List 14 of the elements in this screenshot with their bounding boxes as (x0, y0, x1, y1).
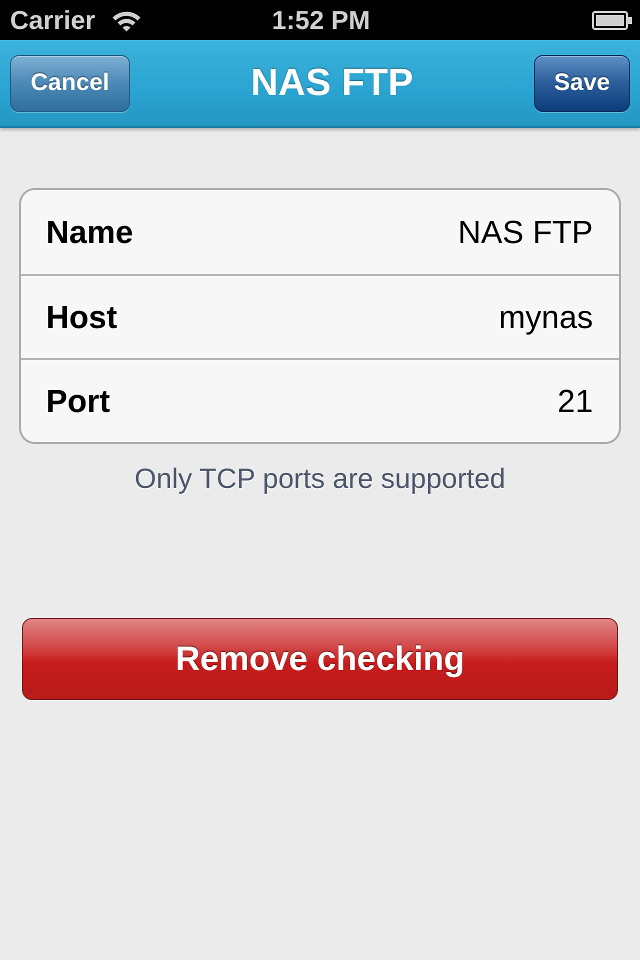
field-label: Name (46, 213, 134, 252)
cancel-button[interactable]: Cancel (10, 54, 130, 112)
clock-time: 1:52 PM (272, 4, 370, 37)
footer-note: Only TCP ports are supported (134, 462, 506, 496)
field-label: Host (46, 298, 118, 337)
save-button[interactable]: Save (534, 54, 630, 112)
text-field[interactable]: 21 (126, 377, 593, 425)
battery-icon (592, 10, 632, 30)
carrier-label: Carrier (10, 4, 96, 37)
remove-button[interactable]: Remove checking (22, 618, 618, 700)
screen-title: NAS FTP (250, 60, 414, 106)
field-label: Port (46, 382, 110, 421)
text-field[interactable]: NAS FTP (149, 208, 593, 256)
text-field[interactable]: mynas (133, 293, 593, 341)
